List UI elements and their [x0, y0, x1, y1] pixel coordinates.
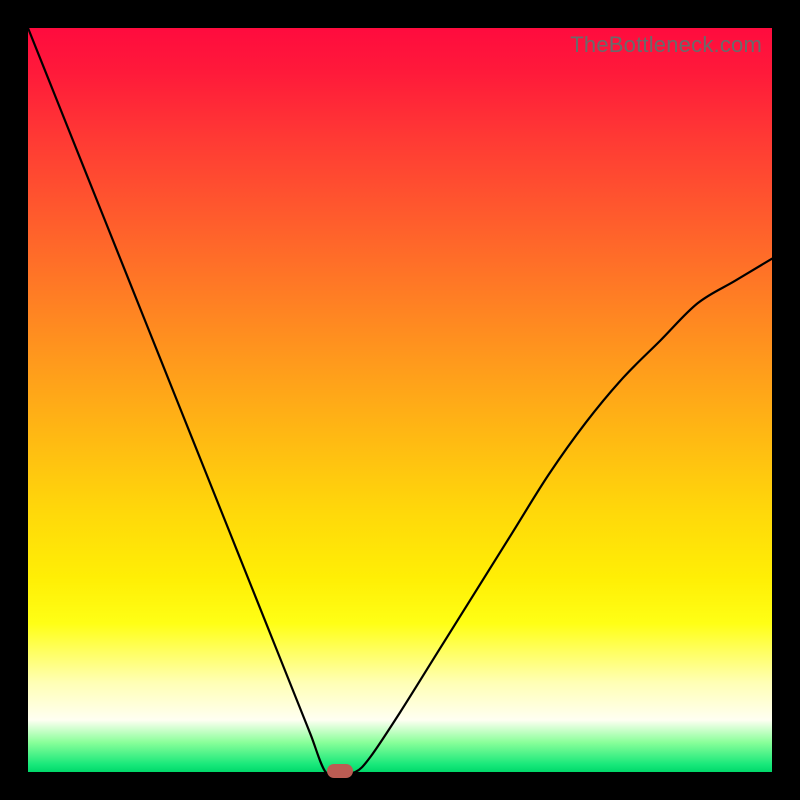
optimum-marker [327, 764, 353, 778]
plot-area: TheBottleneck.com [28, 28, 772, 772]
bottleneck-curve [28, 28, 772, 772]
chart-frame: TheBottleneck.com [0, 0, 800, 800]
